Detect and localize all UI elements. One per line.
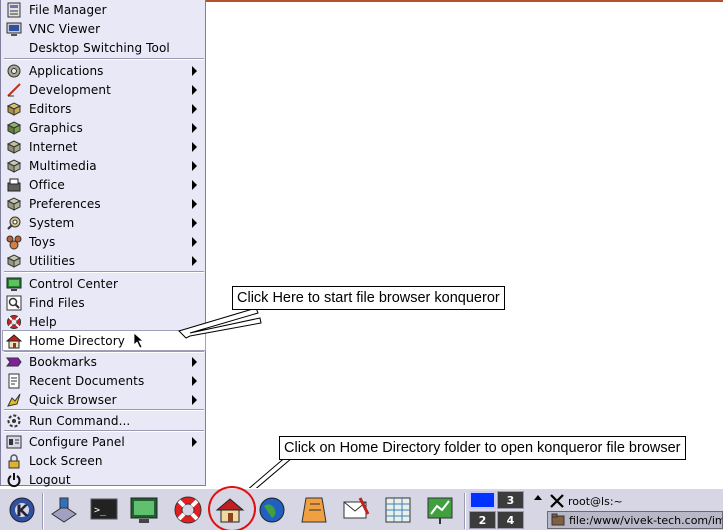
presentation-chart-icon xyxy=(424,494,456,529)
office-writer-icon xyxy=(298,494,330,529)
control-center-monitor-icon xyxy=(128,494,160,529)
globe-browser-icon xyxy=(256,494,288,529)
task-konqueror-file-browser[interactable]: file:/www/vivek-tech.com/images xyxy=(547,511,723,529)
svg-text:K: K xyxy=(16,501,29,520)
panel-konqueror-web-button[interactable] xyxy=(254,493,290,529)
terminal-icon: >_ xyxy=(88,494,120,529)
x-terminal-icon xyxy=(550,494,564,508)
callout-start-konqueror: Click Here to start file browser konquer… xyxy=(232,286,505,310)
panel-kword-button[interactable] xyxy=(296,493,332,529)
konqueror-folder-icon xyxy=(551,513,565,527)
callout-home-directory-folder: Click on Home Directory folder to open k… xyxy=(279,436,686,460)
panel-mail-button[interactable] xyxy=(338,493,374,529)
pointer-to-home-folder xyxy=(244,454,293,493)
mouse-cursor-icon xyxy=(133,332,145,349)
panel-kcontrol-button[interactable] xyxy=(126,493,162,529)
help-lifebuoy-icon xyxy=(172,494,204,529)
panel-separator xyxy=(464,493,466,529)
kde-menu-button[interactable]: K xyxy=(4,493,40,529)
taskbar-scroll-up-icon[interactable] xyxy=(533,492,543,528)
mail-icon xyxy=(340,494,372,529)
panel-terminal-button[interactable]: >_ xyxy=(86,493,122,529)
panel-help-button[interactable] xyxy=(170,493,206,529)
show-desktop-icon xyxy=(48,494,80,529)
spreadsheet-icon xyxy=(382,494,414,529)
panel-spreadsheet-button[interactable] xyxy=(380,493,416,529)
taskbar-window-list: root@ls:~ file:/www/vivek-tech.com/image… xyxy=(545,490,723,530)
panel-desktop-button[interactable] xyxy=(46,493,82,529)
pager-desktop-3[interactable]: 3 xyxy=(497,491,524,509)
task-root-terminal[interactable]: root@ls:~ xyxy=(547,492,723,510)
task-label: file:/www/vivek-tech.com/images xyxy=(569,513,723,527)
pager-desktop-2[interactable]: 2 xyxy=(469,511,496,529)
pointer-to-home-directory xyxy=(178,307,262,339)
svg-text:>_: >_ xyxy=(94,505,107,516)
desktop-pager: 3 2 4 xyxy=(469,491,525,530)
kde-gear-logo-icon: K xyxy=(6,494,38,529)
panel-separator xyxy=(42,493,44,529)
pager-desktop-4[interactable]: 4 xyxy=(497,511,524,529)
pager-desktop-1[interactable] xyxy=(469,491,496,509)
task-label: root@ls:~ xyxy=(568,494,623,508)
panel-presentation-button[interactable] xyxy=(422,493,458,529)
highlight-circle xyxy=(208,486,256,530)
